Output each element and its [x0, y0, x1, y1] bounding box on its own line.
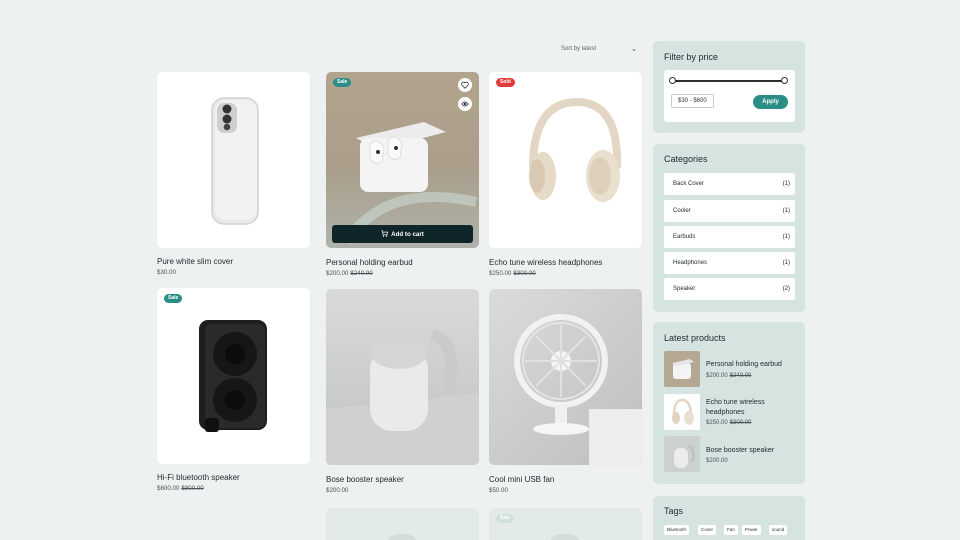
- latest-product-name[interactable]: Personal holding earbud: [706, 360, 796, 370]
- sale-badge: Sale: [496, 514, 515, 523]
- product-card-bose-speaker[interactable]: Bose booster speaker $200.00: [326, 289, 479, 499]
- category-count: (1): [782, 208, 790, 214]
- category-item[interactable]: Earbuds (1): [664, 226, 795, 248]
- latest-product-thumbnail[interactable]: [664, 351, 700, 387]
- add-to-cart-button[interactable]: Add to cart: [332, 225, 473, 243]
- quick-view-eye-icon[interactable]: [458, 97, 472, 111]
- product-price: $50.00: [489, 487, 508, 494]
- price-slider-track[interactable]: [672, 80, 784, 82]
- sale-badge: Sale: [164, 294, 183, 303]
- product-card-row3-middle[interactable]: [326, 508, 479, 540]
- cart-icon: [381, 229, 389, 239]
- latest-product-thumbnail[interactable]: [664, 436, 700, 472]
- category-label: Cooler: [673, 208, 691, 214]
- price-slider-max-handle[interactable]: [780, 77, 788, 84]
- category-count: (2): [782, 286, 790, 292]
- filter-by-price-panel: Filter by price $30 - $600 Apply: [653, 41, 805, 133]
- latest-product-price: $250.00 $300.00: [706, 420, 752, 426]
- product-card-earbud[interactable]: Sale Add to cart Personal holding earbud…: [326, 72, 479, 282]
- add-to-cart-label: Add to cart: [391, 230, 424, 238]
- product-image[interactable]: [326, 289, 479, 465]
- category-item[interactable]: Headphones (1): [664, 252, 795, 274]
- apply-button[interactable]: Apply: [753, 95, 788, 109]
- latest-products-panel: Latest products Personal holding earbud …: [653, 322, 805, 484]
- latest-product-thumbnail[interactable]: [664, 394, 700, 430]
- panel-title: Filter by price: [664, 52, 719, 62]
- product-price: $250.00 $300.00: [489, 270, 536, 277]
- product-name[interactable]: Personal holding earbud: [326, 258, 413, 267]
- panel-title: Latest products: [664, 333, 726, 343]
- category-count: (1): [782, 181, 790, 187]
- product-name[interactable]: Pure white slim cover: [157, 257, 233, 266]
- wishlist-heart-icon[interactable]: [458, 78, 472, 92]
- latest-product-price: $200.00 $240.00: [706, 373, 752, 379]
- price-range-value: $30 - $600: [671, 94, 714, 108]
- category-count: (1): [782, 234, 790, 240]
- category-label: Back Cover: [673, 181, 705, 187]
- product-image[interactable]: [157, 72, 310, 248]
- sold-badge: Sold: [496, 78, 515, 87]
- categories-panel: Categories Back Cover (1) Cooler (1) Earbu…: [653, 144, 805, 312]
- tag-chip[interactable]: sound: [769, 525, 788, 535]
- product-name[interactable]: Cool mini USB fan: [489, 475, 554, 484]
- category-item[interactable]: Speaker (2): [664, 278, 795, 300]
- tag-chip[interactable]: Fan: [724, 525, 738, 535]
- tag-chip[interactable]: Bluetooth: [664, 525, 690, 535]
- product-image[interactable]: [489, 289, 642, 465]
- panel-title: Tags: [664, 506, 684, 516]
- product-name[interactable]: Bose booster speaker: [326, 475, 404, 484]
- product-card-headphones[interactable]: Sold Echo tune wireless headphones $250.…: [489, 72, 642, 282]
- product-card-usb-fan[interactable]: Cool mini USB fan $50.00: [489, 289, 642, 499]
- product-image[interactable]: [489, 508, 642, 540]
- price-slider-min-handle[interactable]: [668, 77, 676, 84]
- product-card-bluetooth-speaker[interactable]: Sale Hi-Fi bluetooth speaker $600.00 $800…: [157, 288, 310, 498]
- panel-title: Categories: [664, 154, 708, 164]
- sort-dropdown[interactable]: Sort by latest ⌄: [556, 40, 642, 58]
- category-item[interactable]: Back Cover (1): [664, 173, 795, 195]
- product-image[interactable]: [326, 72, 479, 248]
- product-card-slim-cover[interactable]: Pure white slim cover $30.00: [157, 72, 310, 282]
- product-image[interactable]: [489, 72, 642, 248]
- product-price: $200.00 $240.00: [326, 270, 373, 277]
- chevron-down-icon: ⌄: [631, 46, 637, 53]
- category-label: Earbuds: [673, 234, 696, 240]
- tag-chip[interactable]: Power: [742, 525, 761, 535]
- sale-badge: Sale: [333, 78, 352, 87]
- latest-product-name[interactable]: Echo tune wireless headphones: [706, 398, 796, 418]
- product-card-row3-right[interactable]: Sale: [489, 508, 642, 540]
- price-filter-box: $30 - $600 Apply: [664, 70, 795, 122]
- category-item[interactable]: Cooler (1): [664, 200, 795, 222]
- product-image[interactable]: [326, 508, 479, 540]
- category-label: Speaker: [673, 286, 696, 292]
- sort-label: Sort by latest: [561, 46, 597, 52]
- product-name[interactable]: Echo tune wireless headphones: [489, 258, 602, 267]
- product-name[interactable]: Hi-Fi bluetooth speaker: [157, 473, 240, 482]
- product-image[interactable]: [157, 288, 310, 464]
- category-label: Headphones: [673, 260, 708, 266]
- product-price: $30.00: [157, 269, 176, 276]
- product-price: $600.00 $800.00: [157, 485, 204, 492]
- category-count: (1): [782, 260, 790, 266]
- tag-chip[interactable]: Cover: [698, 525, 717, 535]
- latest-product-price: $200.00: [706, 458, 728, 464]
- product-price: $200.00: [326, 487, 349, 494]
- latest-product-name[interactable]: Bose booster speaker: [706, 446, 796, 456]
